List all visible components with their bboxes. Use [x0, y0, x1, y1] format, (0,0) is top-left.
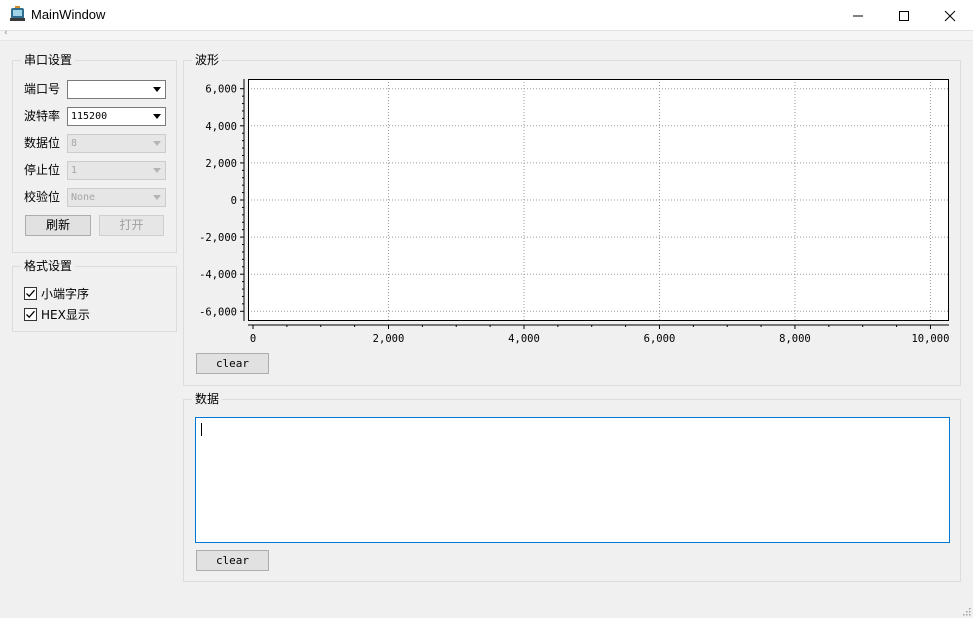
y-tick-label: 4,000: [205, 121, 237, 133]
baud-label: 波特率: [24, 109, 61, 123]
data-group: 数据 clear: [183, 391, 961, 582]
serial-settings-title: 串口设置: [21, 52, 76, 68]
y-tick-label: -6,000: [199, 306, 237, 318]
parity-combo[interactable]: None: [67, 188, 166, 207]
baud-combo-value: 115200: [71, 111, 108, 122]
maximize-button[interactable]: [881, 0, 927, 31]
format-settings-group: 格式设置 小端字序 HEX显示: [12, 258, 177, 332]
parity-combo-value: None: [71, 192, 96, 203]
little-endian-checkbox[interactable]: 小端字序: [24, 285, 89, 301]
close-icon: [944, 10, 956, 21]
y-tick-label: -4,000: [199, 269, 237, 281]
chevron-down-icon: [153, 141, 161, 146]
app-icon: [10, 6, 25, 21]
port-combo[interactable]: [67, 80, 166, 99]
parity-label: 校验位: [24, 190, 61, 204]
waveform-group: 波形 6,000 4,000 2,000 0 -2,000 -4,000 -6,000 0 2,…: [183, 52, 961, 386]
x-tick-label: 0: [250, 333, 256, 345]
serial-settings-group: 串口设置 端口号 波特率 115200 数据位 8 停止位 1 校验位 None…: [12, 52, 177, 253]
refresh-button[interactable]: 刷新: [25, 215, 91, 236]
chevron-down-icon: [153, 87, 161, 92]
chevron-down-icon: [153, 168, 161, 173]
little-endian-label: 小端字序: [41, 286, 90, 301]
waveform-plot[interactable]: 6,000 4,000 2,000 0 -2,000 -4,000 -6,000 0 2,000…: [184, 61, 960, 351]
y-tick-label: 2,000: [205, 158, 237, 170]
stopbits-combo[interactable]: 1: [67, 161, 166, 180]
close-button[interactable]: [927, 0, 973, 31]
x-tick-label: 8,000: [779, 333, 811, 345]
text-caret: [201, 423, 202, 436]
hex-display-label: HEX显示: [41, 307, 90, 322]
checkmark-icon: [26, 310, 35, 318]
stopbits-combo-value: 1: [71, 165, 78, 176]
minimize-icon: [853, 15, 863, 16]
stopbits-label: 停止位: [24, 163, 61, 177]
data-textarea[interactable]: [195, 417, 950, 543]
y-tick-label: 6,000: [205, 84, 237, 96]
open-button[interactable]: 打开: [99, 215, 164, 236]
resize-grip-icon[interactable]: [962, 607, 971, 616]
menu-strip: ‹: [0, 28, 973, 41]
x-tick-label: 4,000: [508, 333, 540, 345]
chevron-down-icon: [153, 195, 161, 200]
data-clear-button[interactable]: clear: [196, 550, 269, 571]
databits-combo[interactable]: 8: [67, 134, 166, 153]
minimize-button[interactable]: [835, 0, 881, 31]
hex-display-checkbox[interactable]: HEX显示: [24, 306, 90, 322]
checkbox-box: [24, 307, 37, 321]
databits-combo-value: 8: [71, 138, 78, 149]
port-label: 端口号: [24, 82, 61, 96]
x-tick-label: 10,000: [911, 333, 949, 345]
checkmark-icon: [26, 289, 35, 297]
maximize-icon: [899, 10, 909, 21]
menu-overflow-glyph: ‹: [4, 28, 8, 38]
y-tick-label: 0: [231, 195, 237, 207]
databits-label: 数据位: [24, 136, 61, 150]
checkbox-box: [24, 286, 37, 300]
x-tick-label: 2,000: [373, 333, 405, 345]
format-settings-title: 格式设置: [21, 258, 76, 274]
title-bar: MainWindow: [0, 0, 973, 31]
baud-combo[interactable]: 115200: [67, 107, 166, 126]
window-title: MainWindow: [31, 7, 106, 22]
chevron-down-icon: [153, 114, 161, 119]
y-tick-label: -2,000: [199, 232, 237, 244]
waveform-clear-button[interactable]: clear: [196, 353, 269, 374]
data-title: 数据: [192, 391, 223, 407]
x-tick-label: 6,000: [644, 333, 676, 345]
